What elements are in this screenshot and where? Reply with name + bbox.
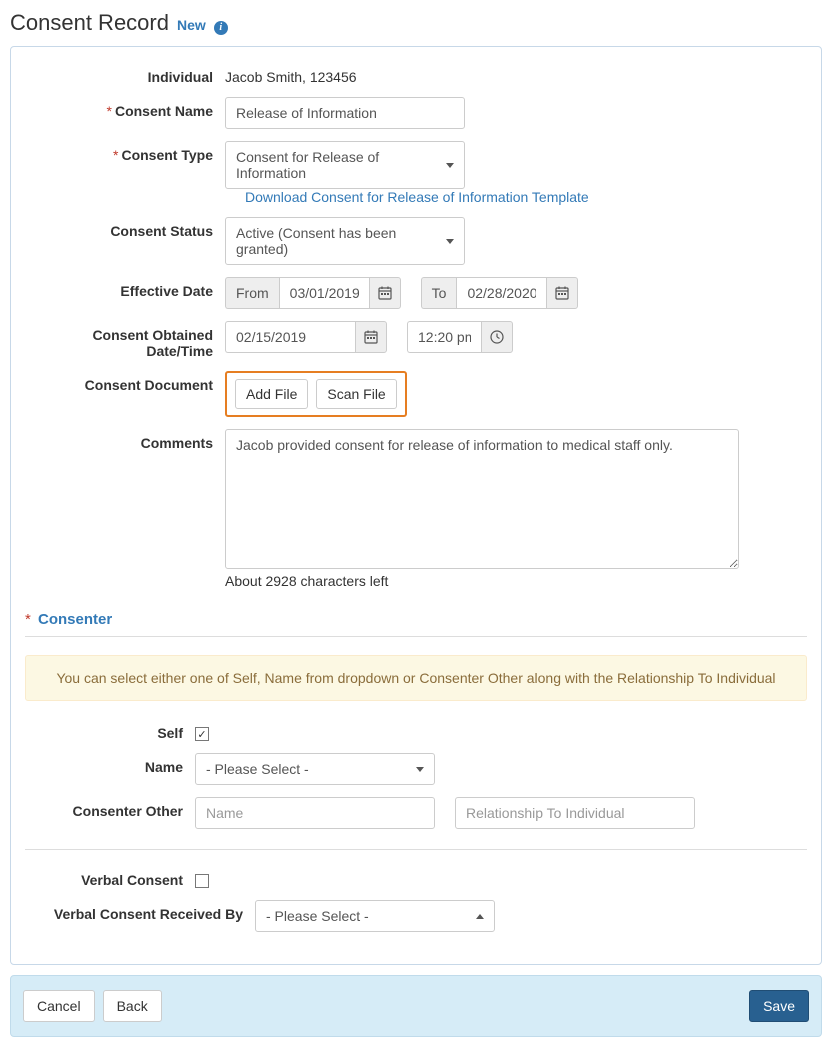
consent-status-value: Active (Consent has been granted) [236,225,446,257]
download-template-link[interactable]: Download Consent for Release of Informat… [245,189,589,205]
footer-bar: Cancel Back Save [10,975,822,1037]
consent-type-value: Consent for Release of Information [236,149,446,181]
chevron-up-icon [476,914,484,919]
calendar-from-button[interactable] [369,277,401,309]
consenter-name-value: - Please Select - [206,761,309,777]
obtained-time-input[interactable] [407,321,481,353]
scan-file-button[interactable]: Scan File [316,379,396,409]
add-file-button[interactable]: Add File [235,379,308,409]
calendar-obtained-button[interactable] [355,321,387,353]
effective-to-input[interactable] [456,277,546,309]
calendar-icon [555,286,569,300]
label-consent-status: Consent Status [25,217,225,239]
self-checkbox[interactable]: ✓ [195,727,209,741]
cancel-button[interactable]: Cancel [23,990,95,1022]
label-self: Self [25,719,195,741]
chevron-down-icon [416,767,424,772]
back-button[interactable]: Back [103,990,162,1022]
comments-textarea[interactable] [225,429,739,569]
to-label: To [421,277,457,309]
divider [25,849,807,850]
chevron-down-icon [446,239,454,244]
label-comments: Comments [25,429,225,451]
calendar-icon [364,330,378,344]
consent-status-select[interactable]: Active (Consent has been granted) [225,217,465,265]
label-consenter-other: Consenter Other [25,797,195,819]
verbal-by-select[interactable]: - Please Select - [255,900,495,932]
consenter-info-banner: You can select either one of Self, Name … [25,655,807,701]
chevron-down-icon [446,163,454,168]
consenter-name-select[interactable]: - Please Select - [195,753,435,785]
clock-button[interactable] [481,321,513,353]
label-consent-name: *Consent Name [25,97,225,119]
info-icon[interactable]: i [214,21,228,35]
label-consent-type: *Consent Type [25,141,225,163]
consenter-other-name-input[interactable] [195,797,435,829]
calendar-icon [378,286,392,300]
label-obtained-datetime: Consent Obtained Date/Time [25,321,225,359]
label-verbal-by: Verbal Consent Received By [25,900,255,922]
label-individual: Individual [25,63,225,85]
save-button[interactable]: Save [749,990,809,1022]
form-panel: Individual Jacob Smith, 123456 *Consent … [10,46,822,965]
effective-from-input[interactable] [279,277,369,309]
consent-name-input[interactable] [225,97,465,129]
verbal-by-value: - Please Select - [266,908,369,924]
new-label: New [177,17,206,33]
relationship-input[interactable] [455,797,695,829]
consent-type-select[interactable]: Consent for Release of Information [225,141,465,189]
label-verbal-consent: Verbal Consent [25,866,195,888]
document-buttons-highlight: Add File Scan File [225,371,407,417]
page-title: Consent Record [10,10,169,36]
label-consent-document: Consent Document [25,371,225,393]
obtained-date-input[interactable] [225,321,355,353]
calendar-to-button[interactable] [546,277,578,309]
from-label: From [225,277,279,309]
comments-char-count: About 2928 characters left [225,573,388,589]
clock-icon [490,330,504,344]
label-effective-date: Effective Date [25,277,225,299]
label-name: Name [25,753,195,775]
consenter-section-header: * Consenter [25,601,807,637]
individual-value: Jacob Smith, 123456 [225,63,357,85]
verbal-consent-checkbox[interactable] [195,874,209,888]
